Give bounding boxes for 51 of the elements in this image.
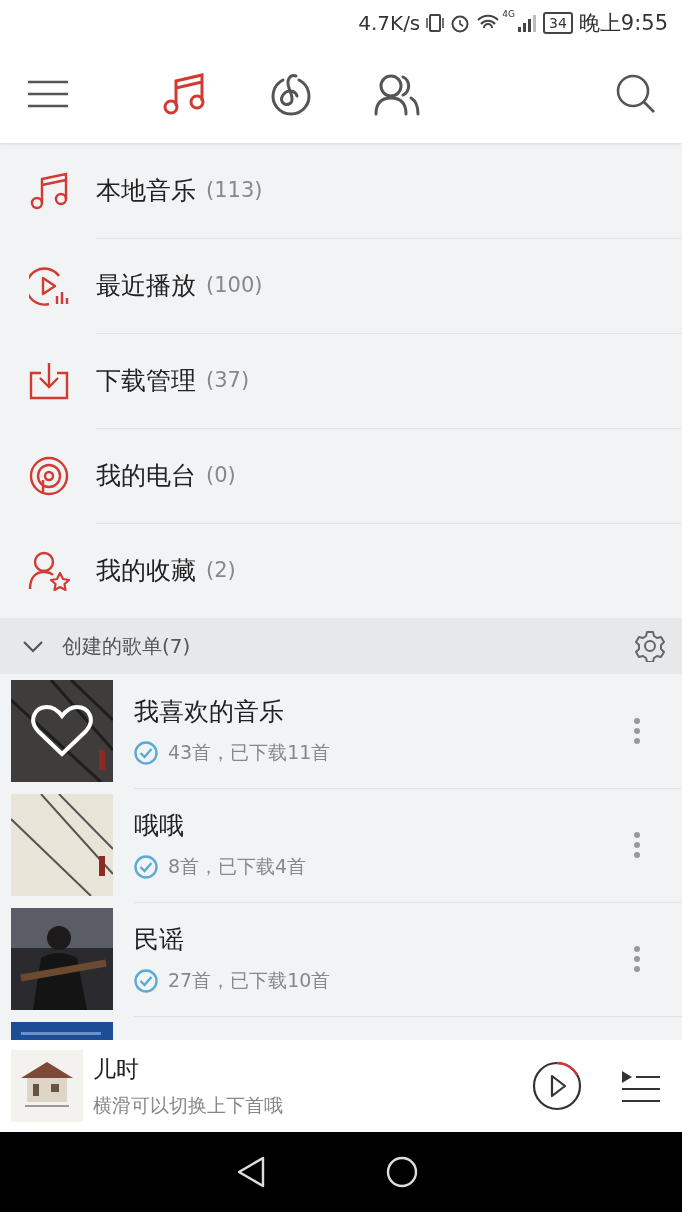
section-header[interactable]: 创建的歌单(7) [0, 618, 682, 674]
item-count: (37) [206, 368, 250, 392]
radio-icon [29, 455, 69, 496]
music-note-icon [29, 170, 69, 211]
clock: 晚上9:55 [578, 9, 668, 37]
home-icon[interactable] [386, 1156, 418, 1188]
menu-item[interactable]: 下载管理 (37) [0, 333, 682, 428]
friends-tab[interactable] [373, 72, 421, 116]
menu-item[interactable]: 我的电台 (0) [0, 428, 682, 523]
play-button[interactable] [532, 1061, 582, 1111]
more-icon[interactable] [633, 831, 641, 859]
more-icon[interactable] [633, 717, 641, 745]
section-title: 创建的歌单(7) [62, 632, 192, 660]
playlist-item[interactable]: 我喜欢的音乐 43首，已下载11首 [0, 674, 682, 788]
person-star-icon [28, 550, 70, 591]
back-icon[interactable] [236, 1156, 266, 1188]
song-hint: 横滑可以切换上下首哦 [93, 1092, 284, 1118]
mini-player[interactable]: 儿时 横滑可以切换上下首哦 [0, 1040, 682, 1132]
item-count: (113) [206, 178, 263, 202]
swirl-tab[interactable] [269, 72, 313, 116]
menu-label: 下载管理 [96, 364, 196, 397]
menu-label: 我的电台 [96, 459, 196, 492]
download-icon [29, 360, 69, 401]
item-count: (0) [206, 463, 236, 487]
vibrate-icon [426, 12, 445, 33]
playlist-title: 我喜欢的音乐 [134, 696, 285, 728]
signal-icon [517, 12, 537, 33]
battery-level: 34 [543, 11, 573, 34]
item-count: (100) [206, 273, 263, 297]
playlist-item[interactable]: 哦哦 8首，已下载4首 [0, 788, 682, 902]
menu-item[interactable]: 最近播放 (100) [0, 238, 682, 333]
playlist-title: 哦哦 [134, 810, 185, 842]
item-count: (2) [206, 558, 236, 582]
playlist-item[interactable]: 民谣 27首，已下载10首 [0, 902, 682, 1016]
menu-label: 本地音乐 [96, 174, 196, 207]
settings-icon[interactable] [634, 630, 666, 662]
menu-label: 最近播放 [96, 269, 196, 302]
play-history-icon [29, 265, 69, 306]
network-type: 4G [502, 9, 515, 19]
menu-label: 我的收藏 [96, 554, 196, 587]
playlist-detail: 8首，已下载4首 [168, 854, 307, 879]
playlist-icon[interactable] [620, 1069, 660, 1103]
song-title: 儿时 [93, 1054, 140, 1084]
playlist-title: 民谣 [134, 924, 185, 956]
network-speed: 4.7K/s [358, 10, 421, 35]
playlist-detail: 43首，已下载11首 [168, 740, 331, 765]
playlist-detail: 27首，已下载10首 [168, 968, 331, 993]
search-icon[interactable] [616, 74, 656, 114]
menu-item[interactable]: 本地音乐 (113) [0, 143, 682, 238]
menu-icon[interactable] [28, 80, 68, 108]
more-icon[interactable] [633, 945, 641, 973]
